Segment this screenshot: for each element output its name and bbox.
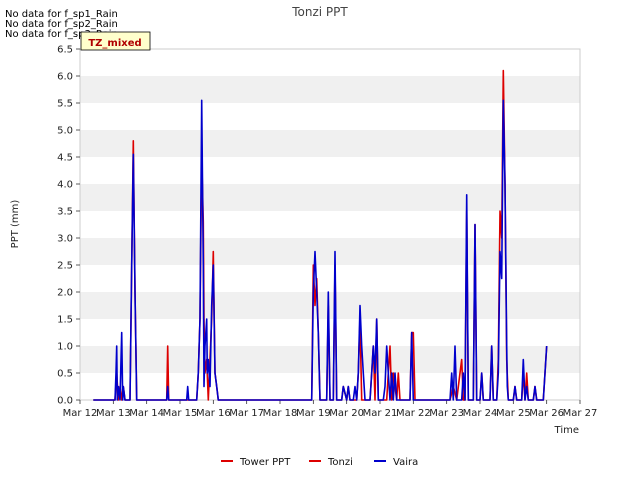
y-tick-label: 3.0 [57, 234, 73, 245]
chart-title: Tonzi PPT [291, 5, 348, 19]
y-tick-label: 4.5 [57, 153, 73, 164]
x-tick-label: Mar 23 [429, 408, 464, 419]
grid-band [80, 76, 580, 103]
y-tick-label: 4.0 [57, 180, 73, 191]
x-axis: Mar 12Mar 13Mar 14Mar 15Mar 16Mar 17Mar … [63, 400, 598, 419]
x-tick-label: Mar 15 [163, 408, 198, 419]
x-tick-label: Mar 13 [96, 408, 131, 419]
x-tick-label: Mar 12 [63, 408, 98, 419]
legend-label-tonzi: Tonzi [327, 457, 353, 468]
x-tick-label: Mar 17 [229, 408, 264, 419]
y-axis: 0.0 0.5 1.0 1.5 2.0 2.5 3.0 3.5 4.0 4.5 5.0 5.5 6.0 6… [57, 45, 80, 407]
x-tick-label: Mar 18 [263, 408, 298, 419]
y-tick-label: 2.0 [57, 288, 73, 299]
y-axis-label: PPT (mm) [10, 200, 21, 249]
x-tick-label: Mar 26 [529, 408, 564, 419]
tz-mixed-label: TZ_mixed [88, 38, 141, 49]
legend-label-tower-ppt: Tower PPT [239, 457, 291, 468]
y-tick-label: 1.5 [57, 315, 73, 326]
y-tick-label: 5.5 [57, 99, 73, 110]
legend: Tower PPT Tonzi Vaira [221, 457, 418, 468]
x-tick-label: Mar 21 [363, 408, 398, 419]
y-tick-label: 3.5 [57, 207, 73, 218]
y-tick-label: 6.0 [57, 72, 73, 83]
y-tick-label: 5.0 [57, 126, 73, 137]
y-tick-label: 0.0 [57, 396, 73, 407]
x-axis-label: Time [554, 425, 579, 436]
x-tick-label: Mar 25 [496, 408, 531, 419]
y-tick-label: 6.5 [57, 45, 73, 56]
tz-mixed-tag: TZ_mixed [80, 31, 151, 51]
x-tick-label: Mar 27 [563, 408, 598, 419]
x-tick-label: Mar 16 [196, 408, 231, 419]
x-tick-label: Mar 14 [129, 408, 164, 419]
x-tick-label: Mar 19 [296, 408, 331, 419]
y-tick-label: 2.5 [57, 261, 73, 272]
x-tick-label: Mar 24 [463, 408, 498, 419]
y-tick-label: 0.5 [57, 369, 73, 380]
legend-label-vaira: Vaira [393, 457, 418, 468]
grid-band [80, 292, 580, 319]
x-tick-label: Mar 20 [329, 408, 364, 419]
x-tick-label: Mar 22 [396, 408, 431, 419]
y-tick-label: 1.0 [57, 342, 73, 353]
chart-canvas: 0.0 0.5 1.0 1.5 2.0 2.5 3.0 3.5 4.0 4.5 5.0 5.5 6.0 6… [10, 5, 598, 468]
